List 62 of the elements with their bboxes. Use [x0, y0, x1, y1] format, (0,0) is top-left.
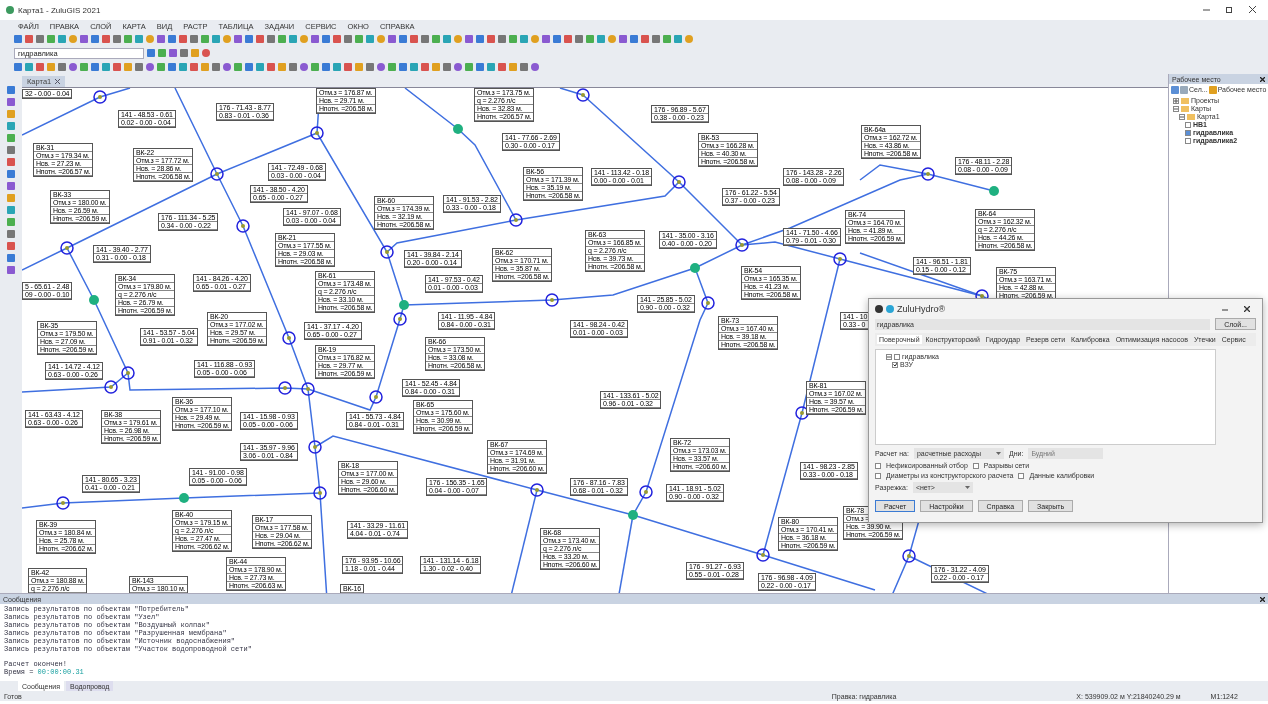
well-node-marker: [639, 485, 653, 499]
well-node-marker: [833, 252, 847, 266]
tool-icon[interactable]: [1208, 85, 1217, 94]
option-checkbox[interactable]: [875, 472, 881, 479]
well-node-marker: [380, 245, 394, 259]
well-node-marker: [921, 167, 935, 181]
option-checkbox[interactable]: [1018, 472, 1025, 479]
well-node-marker: [530, 483, 544, 497]
window-title: Карта1 - ZuluGIS 2021: [18, 5, 101, 15]
well-node-marker: [308, 440, 322, 454]
well-node-marker: [236, 219, 250, 233]
well-node-marker: [301, 382, 315, 396]
well-node-marker: [735, 238, 749, 252]
close-icon[interactable]: [55, 79, 61, 84]
source-node-marker: [179, 493, 189, 503]
restore-button[interactable]: [1226, 5, 1233, 15]
option-checkbox[interactable]: [875, 462, 881, 469]
tool-icon[interactable]: [1180, 85, 1188, 94]
close-icon[interactable]: [1260, 76, 1265, 82]
close-button[interactable]: [1244, 304, 1250, 314]
well-node-marker: [278, 381, 292, 395]
well-node-marker: [310, 126, 324, 140]
well-node-marker: [56, 496, 70, 510]
well-node-marker: [756, 548, 770, 562]
layer-checkbox[interactable]: [892, 361, 898, 368]
layer-checkbox[interactable]: [894, 353, 900, 360]
expand-icon[interactable]: [1173, 97, 1179, 104]
well-node-marker: [93, 90, 107, 104]
well-node-marker: [104, 380, 118, 394]
layer-checkbox[interactable]: [1185, 137, 1191, 144]
layer-checkbox[interactable]: [1185, 129, 1191, 136]
close-icon[interactable]: [1260, 596, 1265, 602]
source-node-marker: [989, 186, 999, 196]
well-node-marker: [902, 549, 916, 563]
collapse-icon[interactable]: [1173, 105, 1179, 112]
source-node-marker: [89, 295, 99, 305]
app-logo-icon: [6, 6, 14, 14]
well-node-marker: [545, 293, 559, 307]
source-node-marker: [628, 510, 638, 520]
well-node-marker: [795, 406, 809, 420]
well-node-marker: [509, 213, 523, 227]
well-node-marker: [60, 241, 74, 255]
source-node-marker: [690, 263, 700, 273]
option-checkbox[interactable]: [972, 462, 979, 469]
well-node-marker: [369, 390, 383, 404]
source-node-marker: [453, 124, 463, 134]
well-node-marker: [282, 331, 296, 345]
caret-icon: [964, 486, 970, 489]
well-node-marker: [576, 88, 590, 102]
well-node-marker: [701, 296, 715, 310]
source-node-marker: [399, 300, 409, 310]
pointer-icon[interactable]: [1171, 85, 1179, 94]
well-node-marker: [121, 366, 135, 380]
collapse-icon[interactable]: [1179, 113, 1185, 120]
well-node-marker: [210, 167, 224, 181]
well-node-marker: [672, 175, 686, 189]
layer-checkbox[interactable]: [1185, 121, 1191, 128]
close-button[interactable]: [1249, 5, 1256, 15]
dialog-title: ZuluHydro®: [897, 304, 946, 314]
well-node-marker: [313, 486, 327, 500]
well-node-marker: [393, 312, 407, 326]
caret-icon: [995, 452, 1001, 455]
